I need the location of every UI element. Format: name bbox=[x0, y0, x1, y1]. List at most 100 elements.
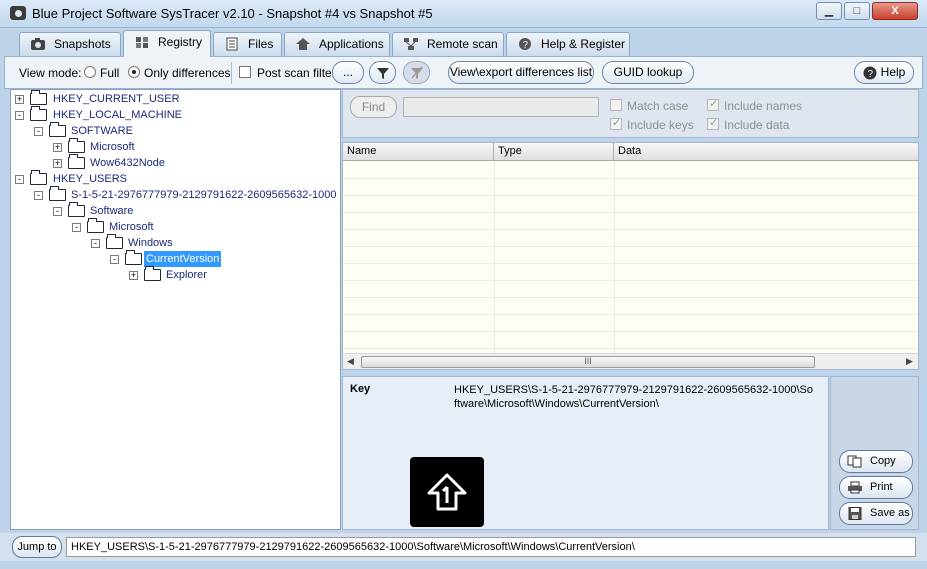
tree-node-label: HKEY_LOCAL_MACHINE bbox=[53, 109, 182, 121]
copy-button-label: Copy bbox=[870, 455, 896, 467]
tree-node-label: SOFTWARE bbox=[71, 125, 133, 137]
post-scan-filter-checkbox[interactable] bbox=[239, 66, 251, 78]
values-grid[interactable]: Name Type Data ◀ III ▶ bbox=[342, 142, 919, 370]
help-circle-icon: ? bbox=[863, 66, 877, 80]
expand-icon[interactable]: + bbox=[53, 159, 62, 168]
close-button[interactable]: X bbox=[872, 2, 918, 20]
row-line bbox=[343, 331, 918, 332]
tab-files[interactable]: Files bbox=[213, 32, 282, 56]
tree-node-label: CurrentVersion bbox=[144, 251, 222, 267]
tree-node-label: S-1-5-21-2976777979-2129791622-260956563… bbox=[71, 189, 337, 201]
folder-icon bbox=[30, 90, 47, 105]
save-as-button[interactable]: Save as bbox=[839, 502, 913, 525]
column-divider bbox=[614, 161, 615, 353]
expand-icon[interactable]: + bbox=[129, 271, 138, 280]
column-header-name[interactable]: Name bbox=[343, 143, 494, 161]
tree-node-label: Wow6432Node bbox=[90, 157, 166, 169]
tab-snapshots[interactable]: Snapshots bbox=[19, 32, 121, 56]
view-mode-only-differences-radio[interactable] bbox=[128, 66, 140, 78]
share-overlay[interactable] bbox=[410, 457, 484, 527]
horizontal-scrollbar[interactable]: ◀ III ▶ bbox=[343, 353, 918, 369]
printer-icon bbox=[848, 481, 862, 494]
collapse-icon[interactable]: - bbox=[53, 207, 62, 216]
filter-button[interactable] bbox=[369, 61, 396, 84]
save-as-button-label: Save as bbox=[870, 507, 910, 519]
save-icon bbox=[848, 507, 862, 520]
svg-text:?: ? bbox=[523, 40, 529, 51]
path-field[interactable]: HKEY_USERS\S-1-5-21-2976777979-212979162… bbox=[66, 537, 916, 557]
registry-icon bbox=[136, 37, 148, 48]
row-line bbox=[343, 246, 918, 247]
bottom-bar: Jump to HKEY_USERS\S-1-5-21-2976777979-2… bbox=[0, 533, 927, 561]
collapse-icon[interactable]: - bbox=[15, 111, 24, 120]
main-tabs: Snapshots Registry Files Applications Re… bbox=[0, 28, 927, 57]
minimize-button[interactable]: ▁ bbox=[816, 2, 842, 20]
copy-icon bbox=[847, 455, 862, 468]
post-scan-filter-label: Post scan filter bbox=[257, 66, 336, 80]
column-divider bbox=[494, 161, 495, 353]
tab-applications[interactable]: Applications bbox=[284, 32, 390, 56]
scrollbar-thumb[interactable]: III bbox=[361, 356, 815, 368]
grid-header: Name Type Data bbox=[343, 143, 918, 161]
filter-options-button[interactable]: ... bbox=[332, 61, 364, 84]
expand-icon[interactable]: + bbox=[15, 95, 24, 104]
toolbar: View mode: Full Only differences Post sc… bbox=[4, 56, 923, 89]
row-line bbox=[343, 314, 918, 315]
tab-remote-scan[interactable]: Remote scan bbox=[392, 32, 504, 56]
upload-icon bbox=[427, 473, 467, 511]
find-input[interactable] bbox=[403, 97, 599, 117]
registry-tree[interactable]: + HKEY_CURRENT_USER - HKEY_LOCAL_MACHINE… bbox=[10, 89, 341, 530]
collapse-icon[interactable]: - bbox=[91, 239, 100, 248]
find-bar: Find Match case Include names Include ke… bbox=[342, 89, 919, 138]
scroll-right-icon[interactable]: ▶ bbox=[906, 356, 913, 367]
collapse-icon[interactable]: - bbox=[34, 191, 43, 200]
tree-node-label: Microsoft bbox=[109, 221, 154, 233]
maximize-button[interactable]: □ bbox=[844, 2, 870, 20]
tab-registry-label: Registry bbox=[158, 35, 203, 49]
copy-button[interactable]: Copy bbox=[839, 450, 913, 473]
include-names-checkbox[interactable] bbox=[707, 97, 719, 111]
row-line bbox=[343, 178, 918, 179]
folder-icon bbox=[68, 202, 85, 217]
column-header-data[interactable]: Data bbox=[614, 143, 918, 161]
scroll-left-icon[interactable]: ◀ bbox=[347, 356, 354, 367]
export-differences-button[interactable]: View\export differences list bbox=[448, 61, 594, 84]
app-camera-icon bbox=[10, 6, 26, 20]
folder-icon bbox=[30, 106, 47, 121]
tab-snapshots-label: Snapshots bbox=[54, 37, 111, 51]
key-value: HKEY_USERS\S-1-5-21-2976777979-212979162… bbox=[454, 384, 813, 410]
help-button-label: Help bbox=[880, 65, 906, 79]
help-button[interactable]: ? Help bbox=[854, 61, 914, 84]
include-data-checkbox[interactable] bbox=[707, 116, 719, 130]
print-button-label: Print bbox=[870, 481, 893, 493]
include-names-label: Include names bbox=[724, 99, 803, 113]
tab-remote-scan-label: Remote scan bbox=[427, 37, 498, 51]
tab-registry[interactable]: Registry bbox=[123, 30, 211, 57]
tab-files-label: Files bbox=[248, 37, 274, 51]
window-title: Blue Project Software SysTracer v2.10 - … bbox=[32, 6, 433, 21]
collapse-icon[interactable]: - bbox=[15, 175, 24, 184]
collapse-icon[interactable]: - bbox=[72, 223, 81, 232]
folder-icon bbox=[30, 170, 47, 185]
row-line bbox=[343, 212, 918, 213]
include-data-label: Include data bbox=[724, 118, 790, 132]
collapse-icon[interactable]: - bbox=[34, 127, 43, 136]
expand-icon[interactable]: + bbox=[53, 143, 62, 152]
column-header-type[interactable]: Type bbox=[494, 143, 614, 161]
tree-node-label: Windows bbox=[128, 237, 173, 249]
tree-node-label: Software bbox=[90, 205, 134, 217]
view-mode-only-differences-label: Only differences bbox=[144, 66, 231, 80]
include-keys-checkbox[interactable] bbox=[610, 116, 622, 130]
view-mode-full-radio[interactable] bbox=[84, 66, 96, 78]
tree-node-label: HKEY_CURRENT_USER bbox=[53, 93, 180, 105]
collapse-icon[interactable]: - bbox=[110, 255, 119, 264]
jump-to-button[interactable]: Jump to bbox=[12, 536, 62, 558]
print-button[interactable]: Print bbox=[839, 476, 913, 499]
guid-lookup-button[interactable]: GUID lookup bbox=[602, 61, 694, 84]
folder-icon bbox=[144, 266, 161, 281]
clear-filter-button[interactable] bbox=[403, 61, 430, 84]
match-case-checkbox[interactable] bbox=[610, 99, 622, 111]
find-button[interactable]: Find bbox=[350, 96, 397, 118]
tab-help-register[interactable]: ? Help & Register bbox=[506, 32, 630, 56]
row-line bbox=[343, 280, 918, 281]
